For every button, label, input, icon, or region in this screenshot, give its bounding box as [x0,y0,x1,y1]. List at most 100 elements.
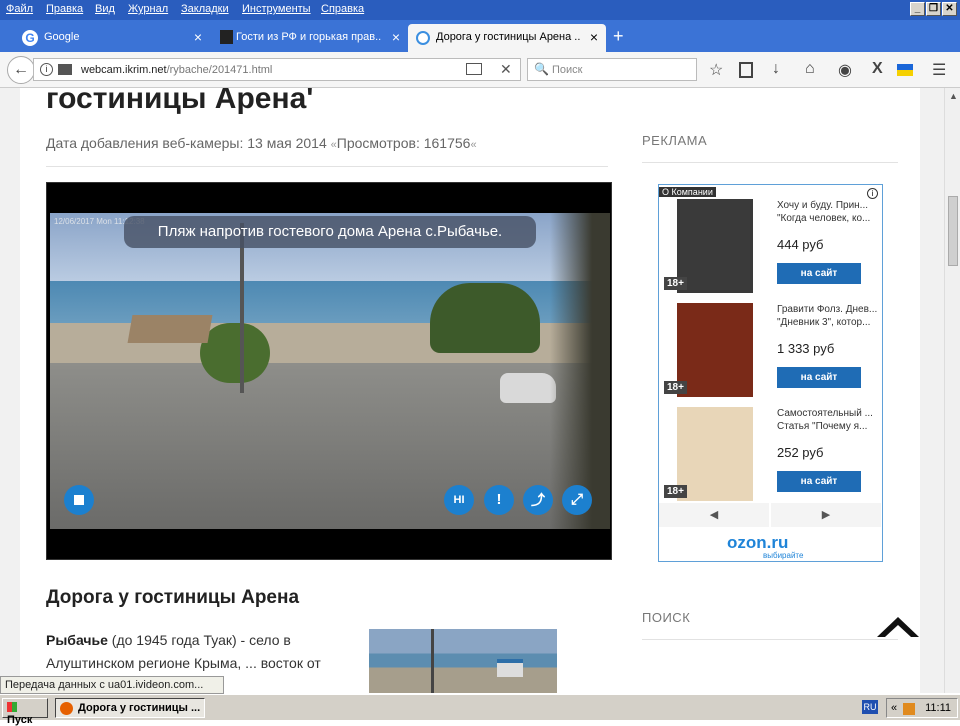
new-tab-button[interactable]: + [613,26,624,47]
reader-view-icon[interactable] [466,63,482,75]
close-window-button[interactable]: ✕ [942,2,957,16]
bookmark-star-icon[interactable]: ☆ [709,60,723,80]
tab-bar: G Google × Гости из РФ и горькая прав...… [0,20,960,52]
download-icon[interactable]: ↓ [772,60,780,78]
ad-title[interactable]: Гравити Фолз. Днев... "Дневник 3", котор.… [777,303,881,329]
webcam-player[interactable]: 12/06/2017 Mon 11:12:38 Пляж напротив го… [46,182,612,560]
menu-tools[interactable]: Инструменты [242,3,311,15]
ad-site-button[interactable]: на сайт [777,263,861,284]
status-bar: Передача данных с ua01.ivideon.com... [0,676,224,694]
ad-heading: РЕКЛАМА [642,133,708,148]
restore-button[interactable]: ❐ [926,2,941,16]
tab-google[interactable]: G Google × [14,24,210,52]
webcam-image: 12/06/2017 Mon 11:12:38 [50,213,610,529]
age-badge: 18+ [664,381,687,394]
page-icon [58,64,72,75]
close-tab-icon[interactable]: × [590,29,598,45]
share-button[interactable]: ⤴ [523,485,553,515]
taskbar-window-button[interactable]: Дорога у гостиницы ... [55,698,205,718]
close-tab-icon[interactable]: × [392,29,400,45]
address-bar[interactable]: i webcam.ikrim.net/rybache/201471.html ✕ [33,58,521,81]
scrollbar-thumb[interactable] [948,196,958,266]
bookmarks-list-icon[interactable] [739,62,753,78]
close-tab-icon[interactable]: × [194,29,202,45]
ad-item[interactable]: 18+ Самостоятельный ... Статья "Почему я.… [659,399,884,503]
home-icon[interactable]: ⌂ [805,60,815,78]
hamburger-menu-icon[interactable]: ☰ [932,60,946,80]
system-tray: « 11:11 [886,698,958,718]
minimize-button[interactable]: _ [910,2,925,16]
start-button[interactable]: Пуск [2,698,48,726]
google-icon: G [22,30,38,46]
ad-title[interactable]: Хочу и буду. Прин... "Когда человек, ко..… [777,199,881,225]
page-title: гостиницы Арена' [46,88,314,115]
nav-bar: ← i webcam.ikrim.net/rybache/201471.html… [0,52,960,88]
search-input[interactable]: 🔍 Поиск [527,58,697,81]
windows-logo-icon [7,702,17,712]
age-badge: 18+ [664,277,687,290]
tab-label: Гости из РФ и горькая прав... [236,31,381,43]
divider [46,166,608,167]
preview-image[interactable] [369,629,557,693]
webcam-meta: Дата добавления веб-камеры: 13 мая 2014 … [46,135,477,151]
tab-label: Google [44,31,80,43]
menu-bookmarks[interactable]: Закладки [181,3,229,15]
ad-item[interactable]: 18+ Хочу и буду. Прин... "Когда человек, … [659,191,884,295]
menu-history[interactable]: Журнал [128,3,168,15]
clock: 11:11 [925,702,951,714]
stop-button[interactable] [64,485,94,515]
ad-site-button[interactable]: на сайт [777,471,861,492]
ad-item[interactable]: 18+ Гравити Фолз. Днев... "Дневник 3", ко… [659,295,884,399]
page-viewport: гостиницы Арена' Дата добавления веб-кам… [0,88,944,693]
info-icon[interactable]: i [40,63,53,76]
url-text: webcam.ikrim.net/rybache/201471.html [81,64,273,76]
ukraine-flag-icon[interactable] [897,64,913,76]
tab-label: Дорога у гостиницы Арена ... [436,31,581,43]
fullscreen-button[interactable]: ⤢ [562,485,592,515]
menu-file[interactable]: Файл [6,3,33,15]
stop-icon[interactable]: ✕ [500,61,512,78]
extension-x-icon[interactable]: X [872,60,883,78]
pocket-icon[interactable]: ◉ [838,60,852,80]
ad-site-button[interactable]: на сайт [777,367,861,388]
book-cover[interactable] [677,407,753,501]
ad-block[interactable]: О Компании i 18+ Хочу и буду. Прин... "Ко… [658,184,883,562]
ad-price: 444 руб [777,237,824,252]
ad-prev-button[interactable]: ◀ [659,503,769,527]
age-badge: 18+ [664,485,687,498]
menu-edit[interactable]: Правка [46,3,83,15]
ozon-tagline: выбирайте [763,551,804,560]
language-indicator[interactable]: RU [862,700,878,714]
loading-icon [416,31,430,45]
ad-title[interactable]: Самостоятельный ... Статья "Почему я... [777,407,881,433]
book-cover[interactable] [677,303,753,397]
section-title: Дорога у гостиницы Арена [46,587,300,608]
tab-active[interactable]: Дорога у гостиницы Арена ... × [408,24,606,52]
divider [642,639,898,640]
description-paragraph: Рыбачье (до 1945 года Туак) - село в Алу… [46,632,321,671]
firefox-icon [60,702,73,715]
menu-help[interactable]: Справка [321,3,364,15]
site-favicon-icon [220,30,233,44]
tray-app-icon[interactable] [903,703,915,715]
ozon-logo[interactable]: ozon.ru [727,533,788,553]
hi-quality-button[interactable]: HI [444,485,474,515]
back-button[interactable]: ← [7,56,35,84]
tab-news[interactable]: Гости из РФ и горькая прав... × [212,24,408,52]
scroll-up-icon[interactable]: ▲ [949,91,958,101]
divider [642,162,898,163]
ad-next-button[interactable]: ▶ [771,503,881,527]
tray-expand-icon[interactable]: « [891,702,897,714]
scroll-to-top-button[interactable] [877,617,919,637]
search-heading: ПОИСК [642,610,691,625]
report-warning-button[interactable]: ! [484,485,514,515]
book-cover[interactable] [677,199,753,293]
menu-view[interactable]: Вид [95,3,115,15]
ad-price: 1 333 руб [777,341,835,356]
scrollbar[interactable]: ▲ [944,88,960,693]
taskbar: Пуск Дорога у гостиницы ... RU « 11:11 [0,694,960,726]
content-area: гостиницы Арена' Дата добавления веб-кам… [20,88,920,693]
menu-bar: Файл Правка Вид Журнал Закладки Инструме… [0,0,960,20]
ad-price: 252 руб [777,445,824,460]
search-icon: 🔍 [534,62,549,76]
